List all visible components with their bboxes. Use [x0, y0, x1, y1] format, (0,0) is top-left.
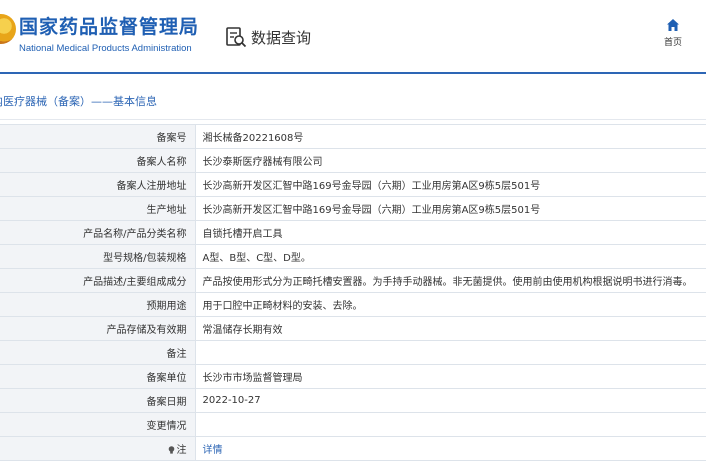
note-row-key-label: 注 [176, 445, 187, 456]
row-value: 自锁托槽开启工具 [195, 220, 706, 245]
row-key: 备案日期 [0, 388, 196, 413]
site-header: 国家药品监督管理局 National Medical Products Admi… [0, 0, 706, 72]
note-row: 注 详情 [0, 436, 706, 461]
row-key: 备案人注册地址 [0, 172, 196, 197]
home-link[interactable]: 首页 [656, 18, 690, 48]
table-row: 备案人注册地址 长沙高新开发区汇智中路169号金导园（六期）工业用房第A区9栋5层… [0, 172, 706, 197]
section-title: 内医疗器械（备案）——基本信息 [0, 95, 157, 108]
details-link[interactable]: 详情 [203, 445, 223, 456]
row-key: 备案号 [0, 124, 196, 149]
row-value [195, 412, 706, 437]
table-row: 备案号 湘长械备20221608号 [0, 124, 706, 149]
nmpa-emblem-logo [0, 14, 16, 44]
row-value: 长沙高新开发区汇智中路169号金导园（六期）工业用房第A区9栋5层501号 [195, 172, 706, 197]
row-key: 产品描述/主要组成成分 [0, 268, 196, 293]
basic-info-table: 备案号 湘长械备20221608号 备案人名称 长沙泰斯医疗器械有限公司 备案人注册… [0, 124, 706, 461]
bulb-icon [168, 446, 174, 454]
row-value: 2022-10-27 [195, 388, 706, 413]
table-row: 生产地址 长沙高新开发区汇智中路169号金导园（六期）工业用房第A区9栋5层501… [0, 196, 706, 221]
table-row: 备案日期 2022-10-27 [0, 388, 706, 413]
section-divider [0, 119, 706, 120]
site-name-cn: 国家药品监督管理局 [19, 16, 200, 38]
row-key: 备案单位 [0, 364, 196, 389]
row-key: 产品名称/产品分类名称 [0, 220, 196, 245]
table-row: 产品描述/主要组成成分 产品按使用形式分为正畸托槽安置器。为手持手动器械。非无菌提… [0, 268, 706, 293]
row-key: 产品存储及有效期 [0, 316, 196, 341]
table-row: 产品存储及有效期 常温储存长期有效 [0, 316, 706, 341]
note-row-key: 注 [0, 436, 196, 461]
row-key: 预期用途 [0, 292, 196, 317]
document-search-icon [226, 27, 247, 48]
row-value: 长沙市市场监督管理局 [195, 364, 706, 389]
row-value: 湘长械备20221608号 [195, 124, 706, 149]
table-row: 预期用途 用于口腔中正畸材料的安装、去除。 [0, 292, 706, 317]
table-row: 型号规格/包装规格 A型、B型、C型、D型。 [0, 244, 706, 269]
header-divider [0, 72, 706, 74]
table-row: 备注 [0, 340, 706, 365]
row-key: 备注 [0, 340, 196, 365]
row-key: 型号规格/包装规格 [0, 244, 196, 269]
row-key: 备案人名称 [0, 148, 196, 173]
row-value: 产品按使用形式分为正畸托槽安置器。为手持手动器械。非无菌提供。使用前由使用机构根… [195, 268, 706, 293]
row-value: 长沙高新开发区汇智中路169号金导园（六期）工业用房第A区9栋5层501号 [195, 196, 706, 221]
note-row-value: 详情 [195, 436, 706, 461]
table-row: 产品名称/产品分类名称 自锁托槽开启工具 [0, 220, 706, 245]
row-value [195, 340, 706, 365]
row-key: 变更情况 [0, 412, 196, 437]
table-row: 备案单位 长沙市市场监督管理局 [0, 364, 706, 389]
row-value: 长沙泰斯医疗器械有限公司 [195, 148, 706, 173]
row-value: A型、B型、C型、D型。 [195, 244, 706, 269]
home-label: 首页 [663, 38, 682, 48]
row-key: 生产地址 [0, 196, 196, 221]
row-value: 用于口腔中正畸材料的安装、去除。 [195, 292, 706, 317]
home-icon [667, 19, 679, 31]
table-row: 备案人名称 长沙泰斯医疗器械有限公司 [0, 148, 706, 173]
page-title-text: 数据查询 [251, 28, 312, 47]
table-row: 变更情况 [0, 412, 706, 437]
site-name-en: National Medical Products Administration [19, 43, 192, 54]
page-title: 数据查询 [225, 24, 311, 50]
row-value: 常温储存长期有效 [195, 316, 706, 341]
